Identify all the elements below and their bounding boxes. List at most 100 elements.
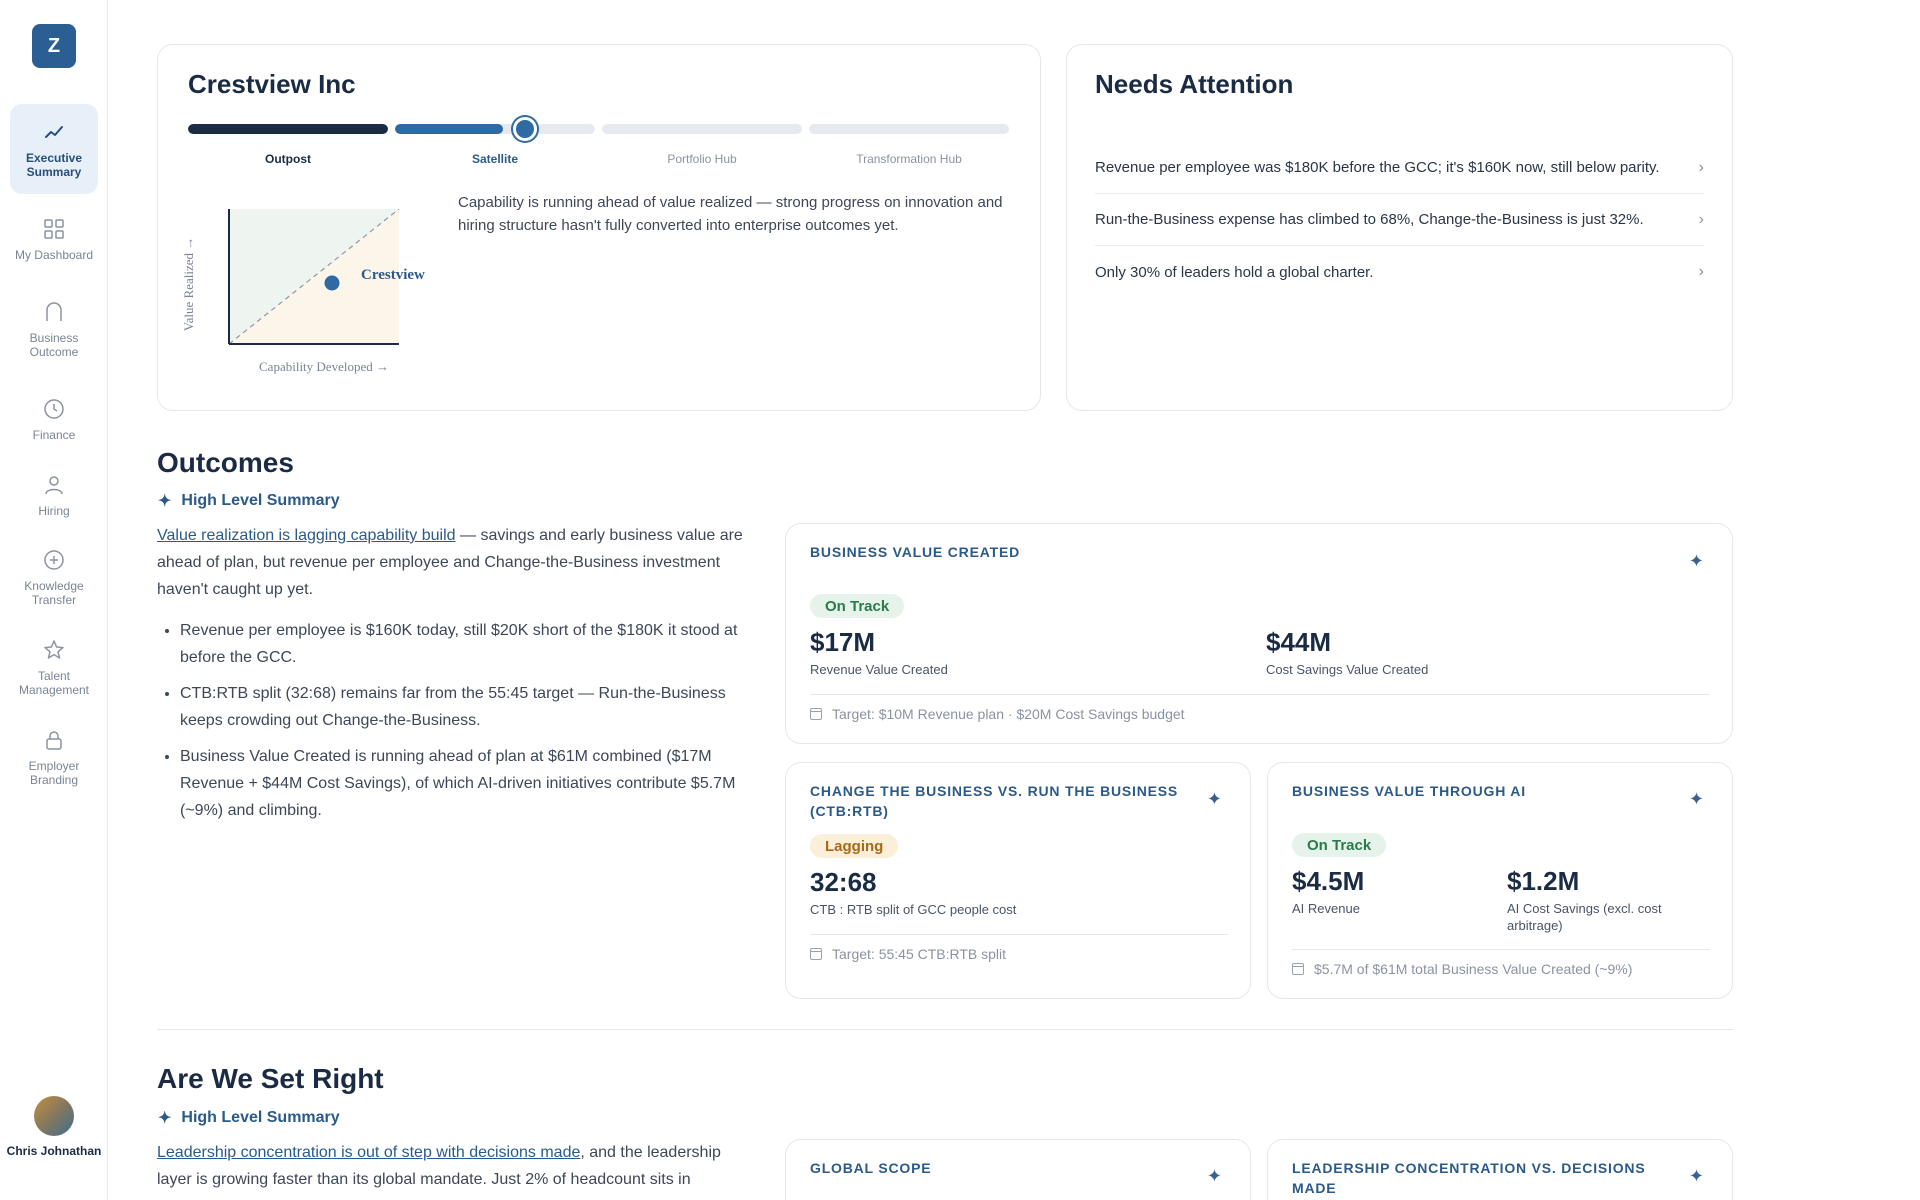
sidebar-item-label: Executive Summary <box>25 151 83 179</box>
attention-item[interactable]: Run-the-Business expense has climbed to … <box>1095 194 1704 246</box>
business-value-created-card[interactable]: BUSINESS VALUE CREATED ✦ On Track $17M R… <box>785 523 1733 744</box>
calendar-icon <box>810 948 822 960</box>
sparkle-icon[interactable]: ✦ <box>1207 789 1222 810</box>
outcomes-lead-link[interactable]: Value realization is lagging capability … <box>157 527 456 544</box>
sparkle-icon: ✦ <box>158 1110 172 1127</box>
sidebar-item-label: Knowledge Transfer <box>24 579 84 607</box>
stage-label-transformation-hub: Transformation Hub <box>856 152 962 166</box>
sidebar-item-my-dashboard[interactable]: My Dashboard <box>10 194 98 284</box>
stage-label-outpost: Outpost <box>265 152 311 166</box>
divider <box>810 694 1710 695</box>
app-logo[interactable]: Z <box>32 24 76 68</box>
stage-label-portfolio-hub: Portfolio Hub <box>667 152 737 166</box>
card-title: BUSINESS VALUE CREATED <box>810 544 1020 560</box>
set-right-summary: Leadership concentration is out of step … <box>157 1139 747 1193</box>
clock-icon <box>41 396 67 422</box>
stage-bar-satellite <box>395 124 595 134</box>
matrix-y-label: Value Realized → <box>181 236 196 332</box>
sidebar-item-knowledge-transfer[interactable]: Knowledge Transfer <box>10 532 98 622</box>
metric-label: AI Cost Savings (excl. cost arbitrage) <box>1507 901 1662 933</box>
metric-label: AI Revenue <box>1292 901 1360 916</box>
person-icon <box>41 472 67 498</box>
grid-icon <box>41 216 67 242</box>
user-name: Chris Johnathan <box>6 1144 102 1158</box>
stage-progress-handle <box>513 117 537 141</box>
sidebar-item-label: Talent Management <box>18 669 90 697</box>
sparkle-icon[interactable]: ✦ <box>1207 1166 1222 1187</box>
metric-value: $1.2M <box>1507 866 1580 896</box>
lock-icon <box>41 727 67 753</box>
metric-value: $44M <box>1266 627 1332 657</box>
metric-value: $4.5M <box>1292 866 1365 896</box>
outcomes-summary-toggle[interactable]: ✦ High Level Summary <box>158 491 340 511</box>
sparkle-icon: ✦ <box>158 493 172 510</box>
chevron-right-icon: › <box>1698 210 1704 228</box>
avatar <box>34 1096 74 1136</box>
metric-value: $17M <box>810 627 876 657</box>
outcomes-summary: Value realization is lagging capability … <box>157 522 747 603</box>
set-right-title: Are We Set Right <box>157 1063 384 1094</box>
chevron-right-icon: › <box>1698 158 1704 176</box>
outcomes-bullets: Revenue per employee is $160K today, sti… <box>158 617 748 833</box>
sidebar-item-label: My Dashboard <box>14 248 94 262</box>
set-right-summary-toggle[interactable]: ✦ High Level Summary <box>158 1108 340 1128</box>
card-title: GLOBAL SCOPE <box>810 1160 932 1176</box>
business-value-ai-card[interactable]: BUSINESS VALUE THROUGH AI ✦ On Track $4.… <box>1267 762 1733 999</box>
sidebar-item-employer-branding[interactable]: Employer Branding <box>10 712 98 802</box>
metric-label: Revenue Value Created <box>810 662 948 677</box>
divider <box>810 934 1228 935</box>
target-text: Target: $10M Revenue plan · $20M Cost Sa… <box>832 706 1185 722</box>
calendar-icon <box>1292 963 1304 975</box>
calendar-icon <box>810 708 822 720</box>
sparkle-icon[interactable]: ✦ <box>1689 1166 1704 1187</box>
matrix-x-label: Capability Developed → <box>259 359 389 374</box>
status-badge: Lagging <box>810 834 899 858</box>
divider <box>1292 949 1710 950</box>
attention-item-text: Revenue per employee was $180K before th… <box>1095 159 1660 176</box>
summary-label: High Level Summary <box>181 492 340 509</box>
plus-circle-icon <box>41 547 67 573</box>
attention-item[interactable]: Revenue per employee was $180K before th… <box>1095 142 1704 194</box>
metric-label: Cost Savings Value Created <box>1266 662 1429 677</box>
card-title: CHANGE THE BUSINESS VS. RUN THE BUSINESS… <box>810 783 1179 819</box>
attention-item[interactable]: Only 30% of leaders hold a global charte… <box>1095 246 1704 298</box>
sidebar-item-executive-summary[interactable]: Executive Summary <box>10 104 98 194</box>
set-right-lead-link[interactable]: Leadership concentration is out of step … <box>157 1144 580 1161</box>
stage-label-satellite: Satellite <box>471 152 519 166</box>
attention-item-text: Only 30% of leaders hold a global charte… <box>1095 263 1374 281</box>
status-badge: On Track <box>810 594 905 618</box>
target-text: Target: 55:45 CTB:RTB split <box>832 946 1007 962</box>
arch-icon <box>41 299 67 325</box>
matrix-point-label: Crestview <box>361 267 425 283</box>
sparkle-icon[interactable]: ✦ <box>1689 789 1704 810</box>
list-item: Revenue per employee is $160K today, sti… <box>180 617 748 671</box>
sidebar-item-hiring[interactable]: Hiring <box>10 450 98 540</box>
list-item: CTB:RTB split (32:68) remains far from t… <box>180 680 748 734</box>
card-title: BUSINESS VALUE THROUGH AI <box>1292 783 1526 799</box>
summary-label: High Level Summary <box>181 1109 340 1126</box>
star-icon <box>41 637 67 663</box>
share-note: $5.7M of $61M total Business Value Creat… <box>1292 961 1632 977</box>
sidebar-item-label: Finance <box>32 428 76 442</box>
outcomes-title: Outcomes <box>157 447 294 478</box>
company-description: Capability is running ahead of value rea… <box>458 194 1003 234</box>
sparkle-icon[interactable]: ✦ <box>1689 551 1704 572</box>
stage-bar-transformation-hub <box>809 124 1009 134</box>
ctb-rtb-card[interactable]: CHANGE THE BUSINESS VS. RUN THE BUSINESS… <box>785 762 1251 999</box>
card-title: LEADERSHIP CONCENTRATION VS. DECISIONS M… <box>1292 1160 1646 1196</box>
sidebar-item-business-outcome[interactable]: Business Outcome <box>10 284 98 374</box>
needs-attention-card: Needs Attention Revenue per employee was… <box>1066 44 1733 411</box>
sidebar-item-label: Business Outcome <box>29 331 79 359</box>
sidebar-item-label: Employer Branding <box>28 759 80 787</box>
user-profile[interactable]: Chris Johnathan <box>4 1096 104 1158</box>
metric-label: CTB : RTB split of GCC people cost <box>810 902 1017 917</box>
sidebar-item-talent-management[interactable]: Talent Management <box>10 622 98 712</box>
global-scope-card[interactable]: GLOBAL SCOPE ✦ <box>785 1139 1251 1200</box>
attention-item-text: Run-the-Business expense has climbed to … <box>1095 211 1644 228</box>
sidebar-item-label: Hiring <box>38 504 70 518</box>
target-note: Target: 55:45 CTB:RTB split <box>810 946 1006 962</box>
crestview-point <box>324 275 340 291</box>
note-text: $5.7M of $61M total Business Value Creat… <box>1314 961 1633 977</box>
stage-bar-outpost <box>188 124 388 134</box>
leadership-concentration-card[interactable]: LEADERSHIP CONCENTRATION VS. DECISIONS M… <box>1267 1139 1733 1200</box>
